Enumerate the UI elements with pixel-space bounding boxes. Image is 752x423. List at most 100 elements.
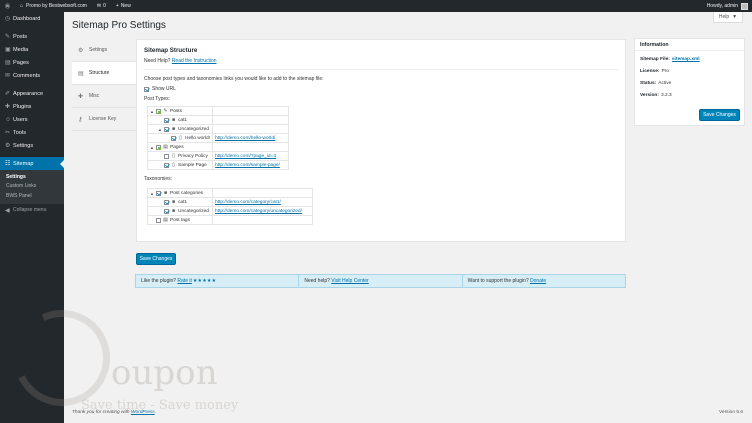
gear-icon: ⚙ xyxy=(78,47,84,54)
donate-link[interactable]: Donate xyxy=(530,278,546,284)
tree-url-cell xyxy=(212,142,290,152)
comments-link[interactable]: ✉ 0 xyxy=(92,0,111,12)
help-tab-button[interactable]: Help ▼ xyxy=(713,12,743,23)
post-types-label: Post Types: xyxy=(144,96,171,102)
collapse-menu-button[interactable]: ◀ Collapse menu xyxy=(0,204,64,217)
tree-row: ▯ Sample Page http://demo.com/sample-page/ xyxy=(146,160,290,170)
save-changes-button[interactable]: Save Changes xyxy=(136,253,176,265)
tree-node-label: Pages xyxy=(170,144,184,150)
tree-checkbox[interactable] xyxy=(164,208,169,214)
submenu-item-settings[interactable]: Settings xyxy=(0,172,64,182)
sidebar-item-media[interactable]: ▣ Media xyxy=(0,43,64,56)
tree-checkbox[interactable] xyxy=(156,144,161,150)
sidebar-item-pages[interactable]: ▤ Pages xyxy=(0,56,64,69)
tree-checkbox[interactable] xyxy=(156,217,161,223)
show-url-checkbox[interactable] xyxy=(144,86,149,92)
tree-checkbox[interactable] xyxy=(164,126,169,132)
tree-url-link[interactable]: http://demo.com/category/cat1/ xyxy=(215,200,281,205)
tree-checkbox[interactable] xyxy=(171,135,176,141)
folder-icon: ■ xyxy=(163,190,168,196)
tree-node: ▯ Hello world! xyxy=(150,135,210,141)
tab-label: Misc xyxy=(89,93,100,99)
tree-node-label: cat1 xyxy=(178,199,188,205)
sidebar-item-comments[interactable]: ✉ Comments xyxy=(0,69,64,82)
tree-checkbox[interactable] xyxy=(164,162,169,168)
tree-url-link[interactable]: http://demo.com/sample-page/ xyxy=(215,163,280,168)
wrench-icon: ✂ xyxy=(5,130,11,136)
plus-icon: + xyxy=(115,3,119,9)
tree-url-link[interactable]: http://demo.com/?page_id=3 xyxy=(215,154,276,159)
tab-settings[interactable]: ⚙ Settings xyxy=(72,39,136,62)
footer-version: Version 5.6 xyxy=(718,410,743,415)
sidebar-item-label: Appearance xyxy=(13,90,44,97)
sidebar-item-settings[interactable]: ⚙ Settings xyxy=(0,139,64,152)
tree-node-cell: ▯ Hello world! xyxy=(146,133,214,143)
brush-icon: ✐ xyxy=(5,91,11,97)
tree-checkbox[interactable] xyxy=(156,108,161,114)
tree-url-link[interactable]: http://demo.com/category/uncategorized/ xyxy=(215,209,302,214)
expand-toggle-icon[interactable]: ▲ xyxy=(150,109,154,114)
expand-toggle-icon[interactable]: ▲ xyxy=(158,127,162,132)
sidebar-item-label: Sitemap xyxy=(13,160,34,167)
sitemap-file-link[interactable]: sitemap.xml xyxy=(672,57,700,62)
tree-url-cell: http://demo.com/category/cat1/ xyxy=(212,197,313,207)
tree-checkbox[interactable] xyxy=(156,190,161,196)
show-url-option: Show URL xyxy=(144,86,618,92)
sidebar-item-label: Pages xyxy=(13,59,29,66)
tree-node: ■ cat1 xyxy=(150,117,210,123)
tree-node-cell: ▯ Privacy Policy xyxy=(146,151,214,161)
sidebar-item-label: Tools xyxy=(13,129,27,136)
sidebar-item-appearance[interactable]: ✐ Appearance xyxy=(0,87,64,100)
tree-node: ▲ ■ Post categories xyxy=(150,190,210,196)
account-menu[interactable]: Howdy, admin xyxy=(707,2,752,10)
tree-row: ■ cat1 http://demo.com/category/cat1/ xyxy=(147,197,313,207)
new-content-link[interactable]: + New xyxy=(111,0,136,12)
expand-toggle-icon[interactable]: ▲ xyxy=(150,145,154,150)
sidebar-item-sitemap[interactable]: ☷ Sitemap xyxy=(0,157,64,170)
taxonomies-label: Taxonomies: xyxy=(144,176,173,182)
tree-url-link[interactable]: http://demo.com/hello-world/ xyxy=(215,136,275,141)
tree-checkbox[interactable] xyxy=(164,199,169,205)
instruction-link[interactable]: Read the Instruction xyxy=(172,58,217,64)
tree-node-label: Sample Page xyxy=(178,162,207,168)
rate-link[interactable]: Rate it xyxy=(177,278,191,284)
tab-license-key[interactable]: ⚷ License Key xyxy=(72,108,136,131)
tab-misc[interactable]: ✚ Misc xyxy=(72,85,136,108)
folder-icon: ■ xyxy=(171,117,176,123)
divider xyxy=(144,69,618,70)
sidebar-item-posts[interactable]: ✎ Posts xyxy=(0,30,64,43)
info-save-changes-button[interactable]: Save Changes xyxy=(699,109,740,121)
wordpress-link[interactable]: WordPress xyxy=(131,410,155,415)
settings-tabs: ⚙ Settings ▤ Structure ✚ Misc ⚷ License Key xyxy=(72,39,136,131)
sidebar-item-users[interactable]: ☺ Users xyxy=(0,113,64,126)
expand-toggle-icon[interactable]: ▲ xyxy=(150,191,154,196)
pages-icon: ▤ xyxy=(5,60,11,66)
tab-structure[interactable]: ▤ Structure xyxy=(72,62,136,85)
sidebar-item-dashboard[interactable]: ◷ Dashboard xyxy=(0,12,64,25)
comments-icon: ✉ xyxy=(5,73,11,79)
sidebar-item-plugins[interactable]: ✚ Plugins xyxy=(0,100,64,113)
site-name-link[interactable]: ⌂ Promo by Bestwebsoft.com xyxy=(15,0,92,12)
tree-node-cell: ■ Uncategorized xyxy=(147,206,213,216)
tree-node-cell: ▤ Post tags xyxy=(147,215,213,225)
wordpress-logo-icon[interactable]: Ⓦ xyxy=(0,0,15,12)
license-row: License: Pro xyxy=(640,69,669,74)
post-types-tree: ▲ ✎ Posts ■ cat1 ▲ ■ Uncategorized ▯ Hello world!… xyxy=(146,106,290,170)
help-center-link[interactable]: Visit Help Center xyxy=(331,278,368,284)
section-title: Sitemap Structure xyxy=(144,47,198,54)
media-icon: ▣ xyxy=(5,47,11,53)
tree-node: ▯ Privacy Policy xyxy=(150,153,210,159)
sidebar-item-tools[interactable]: ✂ Tools xyxy=(0,126,64,139)
users-icon: ☺ xyxy=(5,116,12,123)
caret-down-icon: ▼ xyxy=(732,14,738,20)
watermark-word: oupon xyxy=(111,353,218,393)
rating-stars-icon[interactable]: ★★★★★ xyxy=(193,278,216,284)
tree-node-label: Uncategorized xyxy=(178,208,209,214)
tree-checkbox[interactable] xyxy=(164,153,169,159)
tree-checkbox[interactable] xyxy=(164,117,169,123)
tree-node-label: Post tags xyxy=(170,217,190,223)
submenu-item-bws-panel[interactable]: BWS Panel xyxy=(0,191,64,201)
sidebar-item-label: Settings xyxy=(13,142,34,149)
tree-node-cell: ■ cat1 xyxy=(146,115,214,125)
submenu-item-custom-links[interactable]: Custom Links xyxy=(0,182,64,192)
